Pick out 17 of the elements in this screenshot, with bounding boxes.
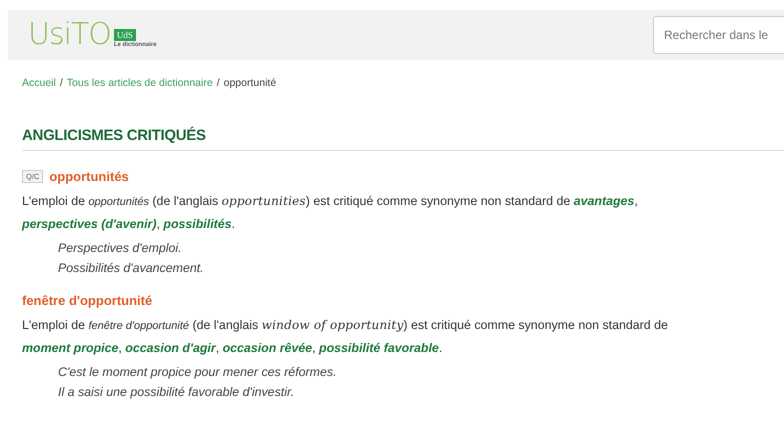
- breadcrumb-separator: /: [60, 77, 63, 89]
- example-sentence: Possibilités d'avancement.: [58, 261, 205, 275]
- example-sentence: C'est le moment propice pour mener ces réformes.: [58, 365, 338, 379]
- definition-text: L'emploi de fenêtre d'opportunité (de l'anglais window of opportunity) est critiqué comme synonyme non standard de moment propice, occasion d'agir, occasion rêvée, possibilité favorable.: [22, 317, 669, 357]
- current-page-label: opportunité: [224, 77, 276, 89]
- section-title: ANGLICISMES CRITIQUÉS: [22, 127, 784, 151]
- logo-wordmark[interactable]: UsiTO: [28, 20, 111, 50]
- breadcrumb-link[interactable]: Accueil: [22, 77, 56, 89]
- example-sentence: Il a saisi une possibilité favorable d'investir.: [58, 385, 296, 399]
- example-sentence: Perspectives d'emploi.: [58, 241, 183, 255]
- breadcrumb-separator: /: [216, 77, 220, 89]
- search-field[interactable]: Rechercher dans le: [653, 16, 784, 54]
- entry-term: opportunités: [49, 169, 129, 184]
- entry-term: fenêtre d'opportunité: [22, 293, 152, 308]
- definition-text: L'emploi de opportunités (de l'anglais opportunities) est critiqué comme synonyme non standard de avantages, perspectives (d'avenir), possibilités.: [22, 193, 639, 233]
- breadcrumb-link[interactable]: Tous les articles de dictionnaire: [66, 77, 213, 89]
- logo-badge: UdS: [114, 29, 136, 41]
